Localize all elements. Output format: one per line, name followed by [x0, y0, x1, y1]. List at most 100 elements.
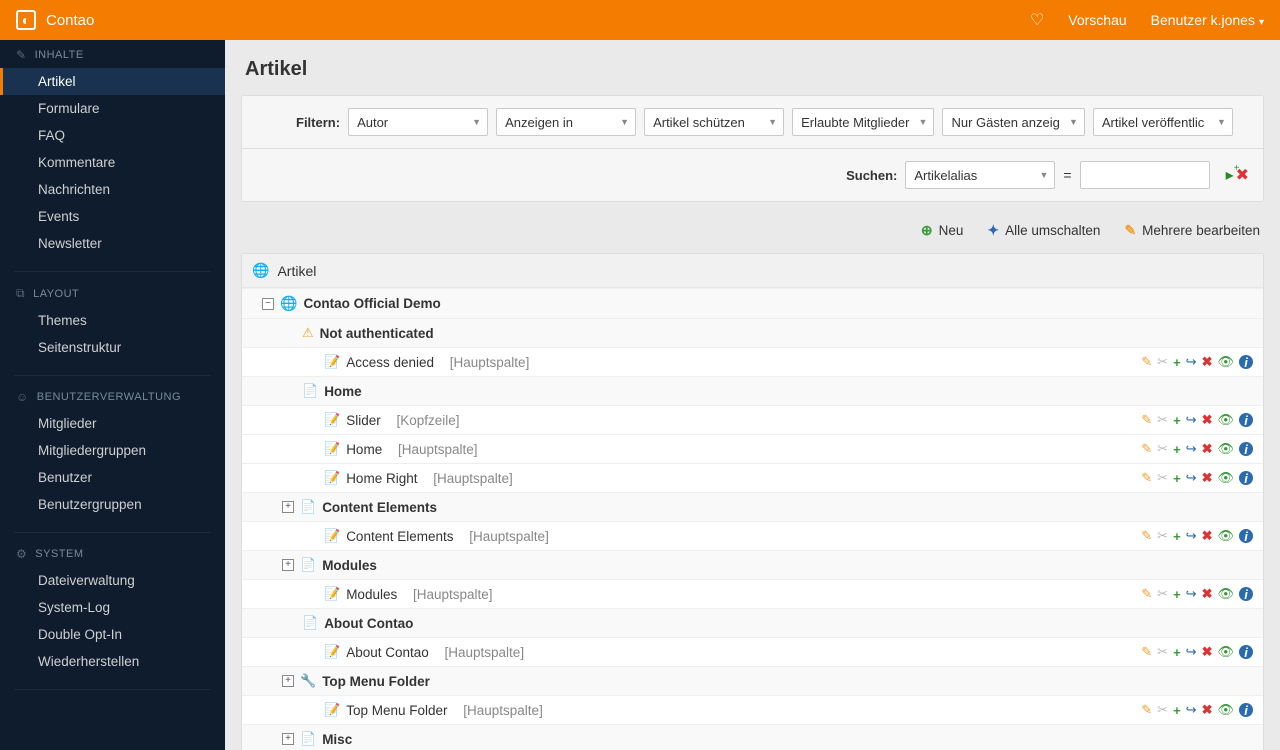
visibility-icon[interactable]: 👁	[1217, 528, 1234, 544]
settings-icon[interactable]: ✂	[1157, 702, 1168, 718]
delete-icon[interactable]: ✖	[1202, 644, 1213, 660]
tree-page-row[interactable]: +🔧Top Menu Folder	[242, 666, 1263, 695]
tree-article-row[interactable]: 📝Home Right [Hauptspalte]✎ ✂ + ↪ ✖ 👁 i	[242, 463, 1263, 492]
sidebar-item-mitgliedergruppen[interactable]: Mitgliedergruppen	[0, 437, 225, 464]
visibility-icon[interactable]: 👁	[1217, 354, 1234, 370]
toggle-all-button[interactable]: ✦Alle umschalten	[987, 222, 1100, 239]
settings-icon[interactable]: ✂	[1157, 528, 1168, 544]
multi-edit-button[interactable]: ✎Mehrere bearbeiten	[1124, 222, 1260, 239]
expand-toggle[interactable]: +	[282, 501, 294, 513]
move-icon[interactable]: ↪	[1186, 644, 1197, 660]
preview-link[interactable]: Vorschau	[1068, 12, 1126, 28]
add-icon[interactable]: +	[1173, 587, 1181, 602]
filter-select[interactable]: Autor	[348, 108, 488, 136]
sidebar-item-events[interactable]: Events	[0, 203, 225, 230]
sidebar-item-themes[interactable]: Themes	[0, 307, 225, 334]
add-icon[interactable]: +	[1173, 413, 1181, 428]
settings-icon[interactable]: ✂	[1157, 470, 1168, 486]
add-icon[interactable]: +	[1173, 529, 1181, 544]
move-icon[interactable]: ↪	[1186, 354, 1197, 370]
info-icon[interactable]: i	[1239, 355, 1253, 369]
tree-article-row[interactable]: 📝Access denied [Hauptspalte]✎ ✂ + ↪ ✖ 👁 …	[242, 347, 1263, 376]
sidebar-item-dateiverwaltung[interactable]: Dateiverwaltung	[0, 567, 225, 594]
tree-article-row[interactable]: 📝Modules [Hauptspalte]✎ ✂ + ↪ ✖ 👁 i	[242, 579, 1263, 608]
user-menu[interactable]: Benutzer k.jones▾	[1151, 12, 1264, 28]
sidebar-heading[interactable]: ✎INHALTE	[0, 40, 225, 68]
collapse-toggle[interactable]: −	[262, 298, 274, 310]
edit-icon[interactable]: ✎	[1141, 470, 1152, 486]
visibility-icon[interactable]: 👁	[1217, 644, 1234, 660]
tree-article-row[interactable]: 📝Content Elements [Hauptspalte]✎ ✂ + ↪ ✖…	[242, 521, 1263, 550]
info-icon[interactable]: i	[1239, 471, 1253, 485]
filter-select[interactable]: Artikel veröffentlic	[1093, 108, 1233, 136]
sidebar-heading[interactable]: ⚙SYSTEM	[0, 539, 225, 567]
delete-icon[interactable]: ✖	[1202, 528, 1213, 544]
sidebar-item-kommentare[interactable]: Kommentare	[0, 149, 225, 176]
tree-page-row[interactable]: +📄Modules	[242, 550, 1263, 579]
notifications-icon[interactable]: ♡	[1030, 10, 1044, 30]
add-icon[interactable]: +	[1173, 703, 1181, 718]
delete-icon[interactable]: ✖	[1202, 702, 1213, 718]
search-field-select[interactable]: Artikelalias	[905, 161, 1055, 189]
filter-select[interactable]: Artikel schützen	[644, 108, 784, 136]
move-icon[interactable]: ↪	[1186, 702, 1197, 718]
sidebar-item-system-log[interactable]: System-Log	[0, 594, 225, 621]
move-icon[interactable]: ↪	[1186, 528, 1197, 544]
settings-icon[interactable]: ✂	[1157, 354, 1168, 370]
edit-icon[interactable]: ✎	[1141, 441, 1152, 457]
tree-article-row[interactable]: 📝About Contao [Hauptspalte]✎ ✂ + ↪ ✖ 👁 i	[242, 637, 1263, 666]
edit-icon[interactable]: ✎	[1141, 702, 1152, 718]
settings-icon[interactable]: ✂	[1157, 441, 1168, 457]
search-input[interactable]	[1080, 161, 1210, 189]
move-icon[interactable]: ↪	[1186, 441, 1197, 457]
sidebar-heading[interactable]: ⧉LAYOUT	[0, 278, 225, 307]
expand-toggle[interactable]: +	[282, 733, 294, 745]
sidebar-item-wiederherstellen[interactable]: Wiederherstellen	[0, 648, 225, 675]
add-icon[interactable]: +	[1173, 471, 1181, 486]
visibility-icon[interactable]: 👁	[1217, 470, 1234, 486]
tree-page-row[interactable]: ⚠Not authenticated	[242, 318, 1263, 347]
settings-icon[interactable]: ✂	[1157, 586, 1168, 602]
visibility-icon[interactable]: 👁	[1217, 412, 1234, 428]
info-icon[interactable]: i	[1239, 703, 1253, 717]
sidebar-item-mitglieder[interactable]: Mitglieder	[0, 410, 225, 437]
sidebar-item-seitenstruktur[interactable]: Seitenstruktur	[0, 334, 225, 361]
edit-icon[interactable]: ✎	[1141, 412, 1152, 428]
info-icon[interactable]: i	[1239, 645, 1253, 659]
add-icon[interactable]: +	[1173, 645, 1181, 660]
filter-select[interactable]: Anzeigen in	[496, 108, 636, 136]
move-icon[interactable]: ↪	[1186, 412, 1197, 428]
sidebar-item-nachrichten[interactable]: Nachrichten	[0, 176, 225, 203]
delete-icon[interactable]: ✖	[1202, 441, 1213, 457]
new-button[interactable]: ⊕Neu	[921, 222, 964, 239]
sidebar-item-artikel[interactable]: Artikel	[0, 68, 225, 95]
edit-icon[interactable]: ✎	[1141, 644, 1152, 660]
visibility-icon[interactable]: 👁	[1217, 441, 1234, 457]
sidebar-item-formulare[interactable]: Formulare	[0, 95, 225, 122]
visibility-icon[interactable]: 👁	[1217, 586, 1234, 602]
sidebar-heading[interactable]: ☺BENUTZERVERWALTUNG	[0, 382, 225, 410]
sidebar-item-faq[interactable]: FAQ	[0, 122, 225, 149]
apply-filter-icon[interactable]: ▸+	[1226, 165, 1234, 185]
tree-page-row[interactable]: 📄Home	[242, 376, 1263, 405]
sidebar-item-newsletter[interactable]: Newsletter	[0, 230, 225, 257]
visibility-icon[interactable]: 👁	[1217, 702, 1234, 718]
tree-article-row[interactable]: 📝Slider [Kopfzeile]✎ ✂ + ↪ ✖ 👁 i	[242, 405, 1263, 434]
filter-select[interactable]: Erlaubte Mitglieder	[792, 108, 934, 136]
info-icon[interactable]: i	[1239, 529, 1253, 543]
settings-icon[interactable]: ✂	[1157, 644, 1168, 660]
delete-icon[interactable]: ✖	[1202, 586, 1213, 602]
tree-page-row[interactable]: +📄Misc	[242, 724, 1263, 750]
move-icon[interactable]: ↪	[1186, 586, 1197, 602]
tree-site-row[interactable]: − 🌐 Contao Official Demo	[242, 288, 1263, 318]
edit-icon[interactable]: ✎	[1141, 586, 1152, 602]
add-icon[interactable]: +	[1173, 442, 1181, 457]
sidebar-item-double opt-in[interactable]: Double Opt-In	[0, 621, 225, 648]
move-icon[interactable]: ↪	[1186, 470, 1197, 486]
edit-icon[interactable]: ✎	[1141, 528, 1152, 544]
delete-icon[interactable]: ✖	[1202, 354, 1213, 370]
settings-icon[interactable]: ✂	[1157, 412, 1168, 428]
tree-page-row[interactable]: 📄About Contao	[242, 608, 1263, 637]
add-icon[interactable]: +	[1173, 355, 1181, 370]
filter-select[interactable]: Nur Gästen anzeig	[942, 108, 1084, 136]
